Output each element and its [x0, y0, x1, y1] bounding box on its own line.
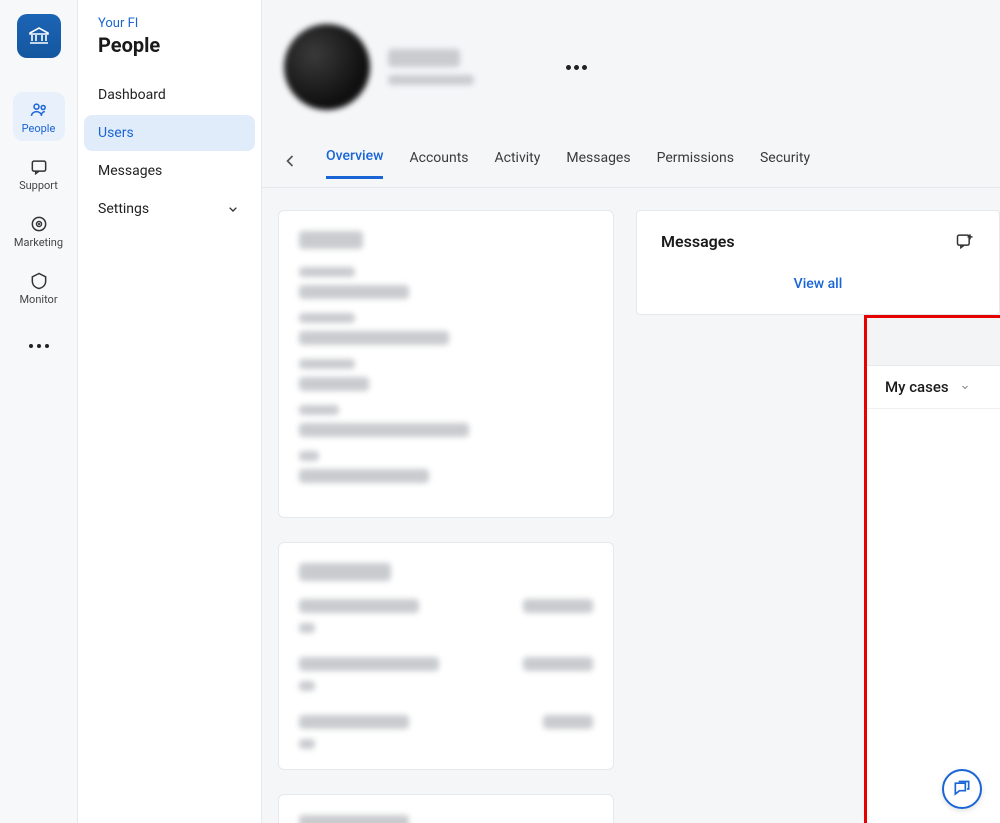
rail-item-people[interactable]: People: [13, 92, 65, 141]
rail-item-monitor[interactable]: Monitor: [13, 263, 65, 312]
chat-fab[interactable]: [942, 769, 982, 809]
extra-card: [278, 794, 614, 823]
marketing-icon: [29, 214, 49, 234]
sidenav-item-messages[interactable]: Messages: [84, 153, 255, 189]
org-name[interactable]: Your FI: [84, 16, 255, 33]
tab-accounts[interactable]: Accounts: [409, 144, 468, 178]
tab-security[interactable]: Security: [760, 144, 810, 178]
tab-permissions[interactable]: Permissions: [657, 144, 734, 178]
people-icon: [29, 100, 49, 120]
inbox-filter-dropdown[interactable]: My cases: [885, 378, 971, 396]
app-logo: [17, 14, 61, 58]
redacted-subtitle: [388, 75, 474, 85]
rail-label: People: [22, 122, 56, 135]
sidenav-title: People: [84, 33, 255, 75]
chevron-down-icon: [225, 201, 241, 217]
chevron-down-icon: [959, 381, 971, 393]
sidenav-item-dashboard[interactable]: Dashboard: [84, 77, 255, 113]
inbox-filter-row: My cases: [867, 366, 1000, 409]
sidenav-item-settings[interactable]: Settings: [84, 191, 255, 227]
profile-actions-button[interactable]: [562, 61, 591, 74]
rail-label: Marketing: [14, 236, 63, 249]
sidenav-item-label: Users: [98, 125, 134, 141]
new-message-icon[interactable]: [955, 231, 975, 251]
rail-item-support[interactable]: Support: [13, 149, 65, 198]
rail-label: Monitor: [19, 293, 57, 306]
about-card: [278, 210, 614, 518]
chat-icon: [952, 779, 972, 799]
view-all-link[interactable]: View all: [794, 276, 843, 292]
support-icon: [29, 157, 49, 177]
sidenav-item-label: Settings: [98, 201, 149, 217]
back-button[interactable]: [280, 151, 300, 171]
nav-rail: People Support Marketing Monitor: [0, 0, 78, 823]
sidenav: Your FI People Dashboard Users Messages …: [78, 0, 262, 823]
redacted-card-title: [299, 231, 363, 249]
rail-item-marketing[interactable]: Marketing: [13, 206, 65, 255]
accounts-card: [278, 542, 614, 770]
inbox-filter-label: My cases: [885, 378, 949, 396]
monitor-icon: [29, 271, 49, 291]
inbox-panel: Inbox My cases Nothing here!: [867, 318, 1000, 823]
sidenav-item-label: Messages: [98, 163, 162, 179]
redacted-card-title: [299, 563, 391, 581]
tab-activity[interactable]: Activity: [495, 144, 541, 178]
profile-header: [262, 0, 1000, 142]
tab-messages[interactable]: Messages: [566, 144, 630, 178]
inbox-header: Inbox: [867, 318, 1000, 366]
profile-name-area: [388, 49, 474, 85]
messages-card-title: Messages: [661, 232, 735, 251]
sidenav-item-users[interactable]: Users: [84, 115, 255, 151]
tabs: Overview Accounts Activity Messages Perm…: [262, 142, 1000, 188]
main: Overview Accounts Activity Messages Perm…: [262, 0, 1000, 823]
sidenav-item-label: Dashboard: [98, 87, 166, 103]
inbox-empty-state: Nothing here!: [867, 409, 1000, 823]
bank-icon: [27, 24, 51, 48]
avatar: [284, 24, 370, 110]
tab-overview[interactable]: Overview: [326, 142, 383, 179]
redacted-name: [388, 49, 460, 67]
messages-card: Messages View all: [636, 210, 1000, 315]
rail-label: Support: [19, 179, 58, 192]
rail-more-button[interactable]: [15, 330, 63, 362]
redacted-card-title: [299, 815, 409, 823]
